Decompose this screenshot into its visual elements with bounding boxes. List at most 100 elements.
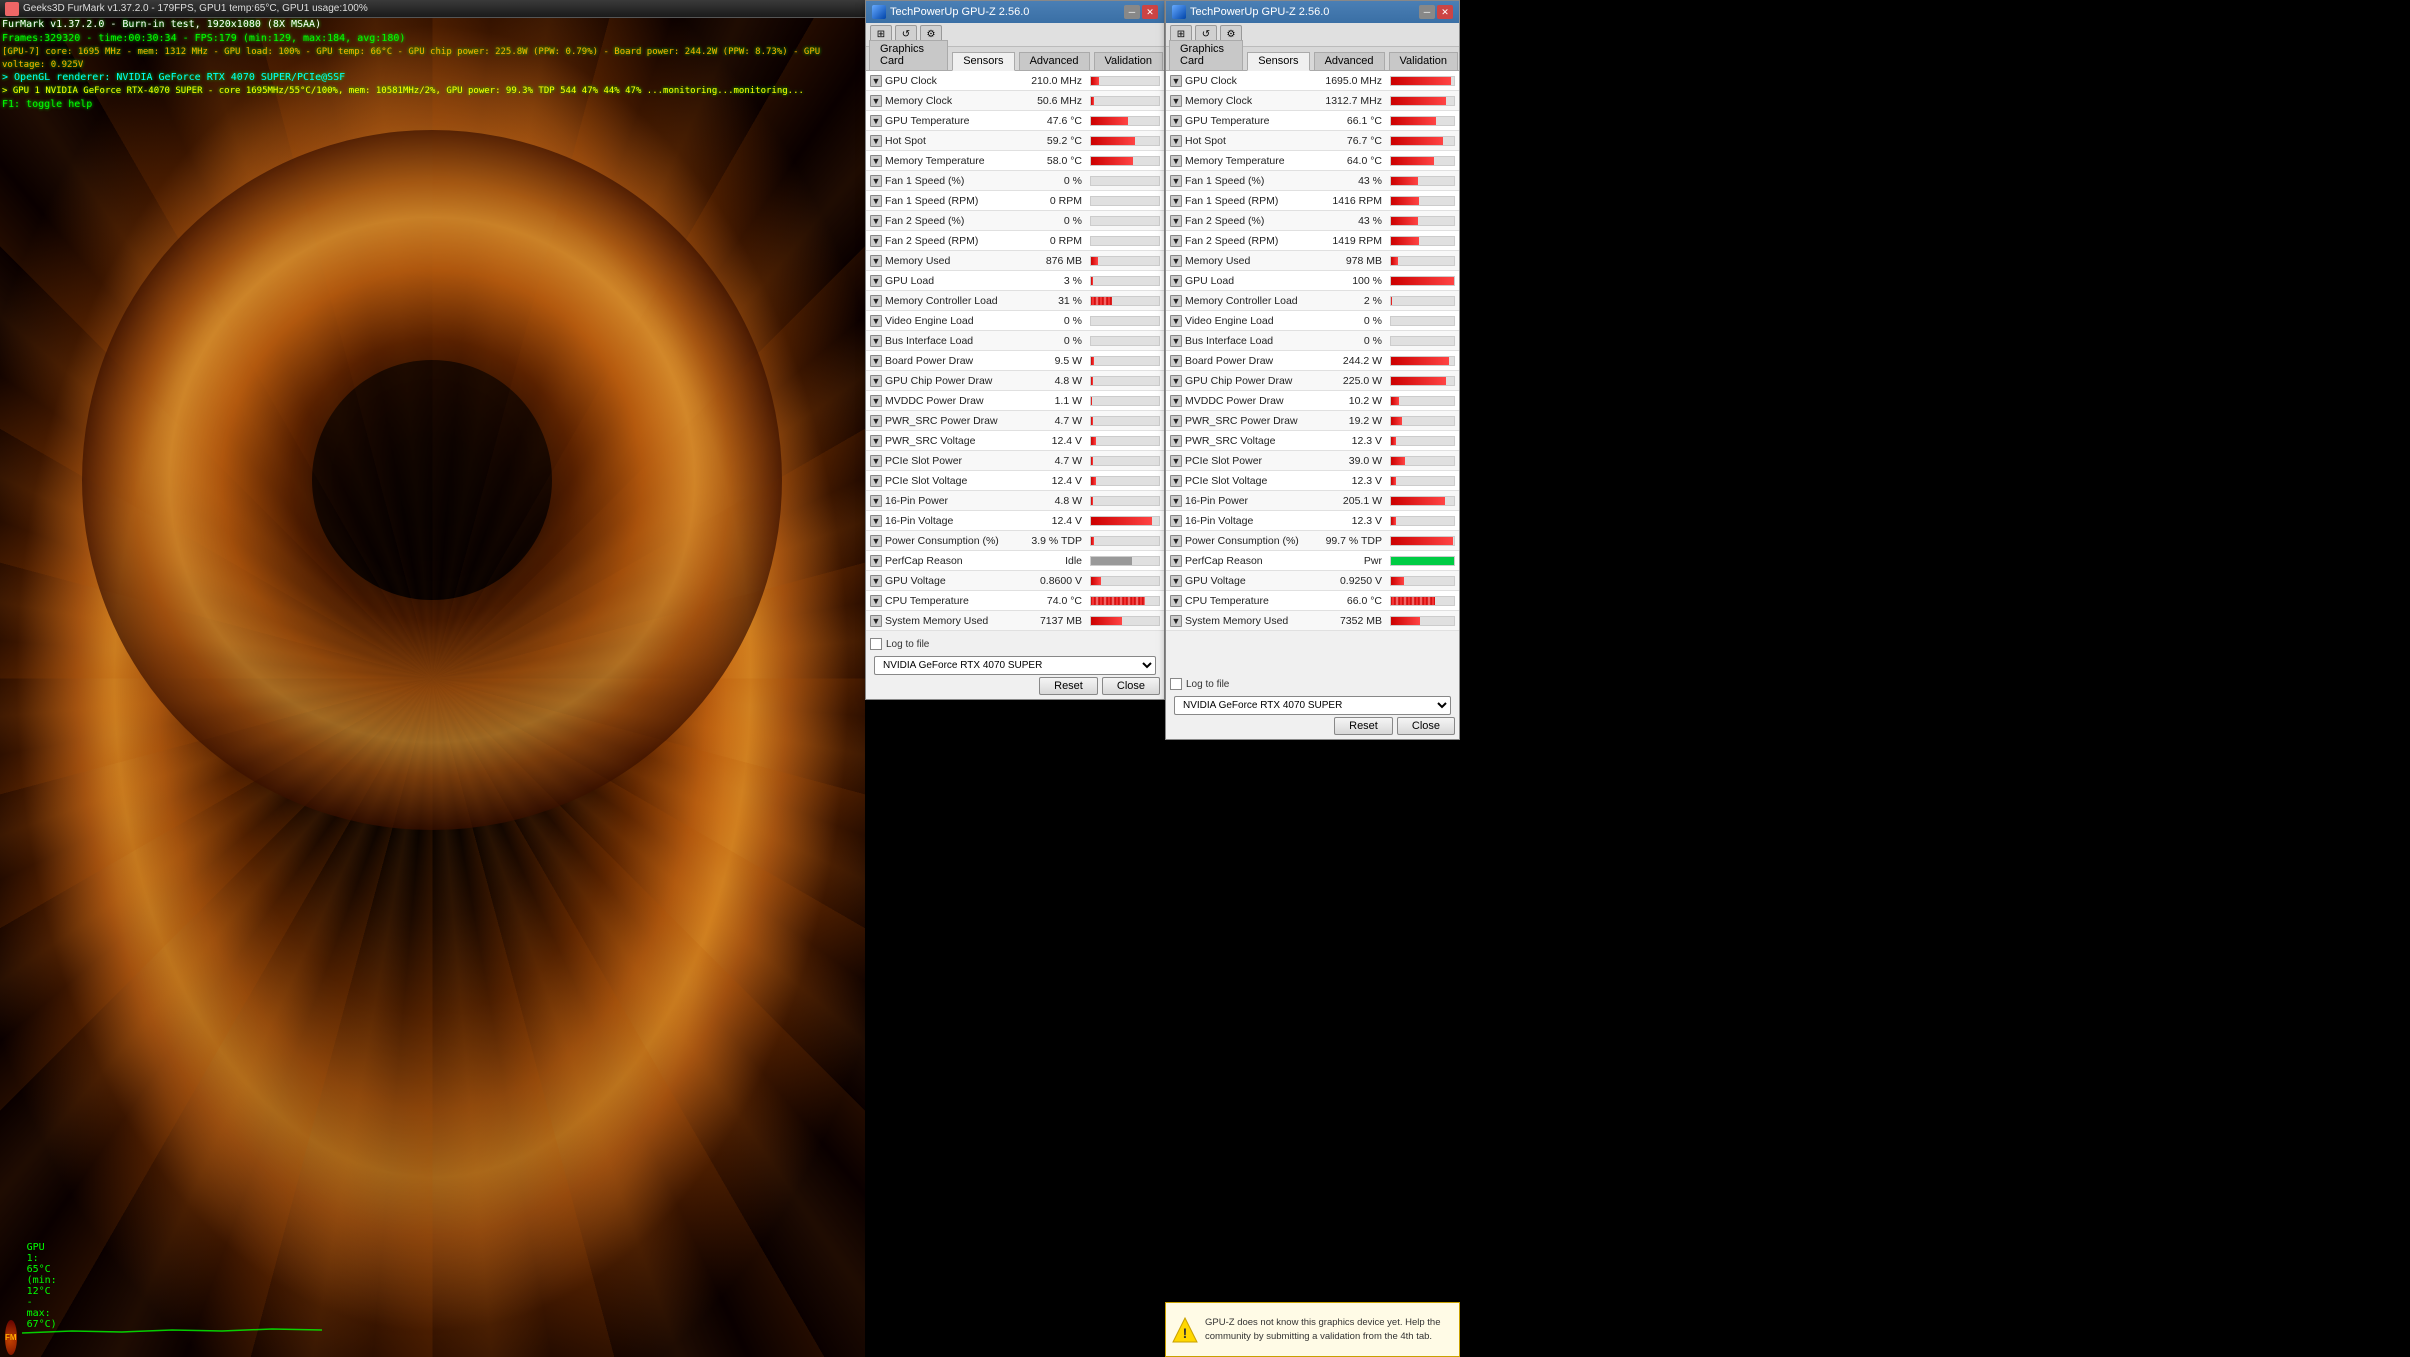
sensor-row: ▼Power Consumption (%)99.7 % TDP [1166, 531, 1459, 551]
sensor-expand-btn[interactable]: ▼ [1170, 395, 1182, 407]
sensor-expand-btn[interactable]: ▼ [870, 95, 882, 107]
tab-graphics-card-right[interactable]: Graphics Card [1169, 40, 1243, 70]
sensor-expand-btn[interactable]: ▼ [870, 115, 882, 127]
gpuz-right-log-checkbox[interactable] [1170, 678, 1182, 690]
sensor-expand-btn[interactable]: ▼ [1170, 355, 1182, 367]
gpuz-left-minimize-btn[interactable]: ─ [1124, 5, 1140, 19]
sensor-expand-btn[interactable]: ▼ [870, 515, 882, 527]
sensor-expand-btn[interactable]: ▼ [870, 335, 882, 347]
gpuz-right-close-btn[interactable]: ✕ [1437, 5, 1453, 19]
gpuz-left-bottom: Log to file NVIDIA GeForce RTX 4070 SUPE… [866, 634, 1164, 699]
sensor-expand-btn[interactable]: ▼ [870, 575, 882, 587]
sensor-expand-btn[interactable]: ▼ [870, 455, 882, 467]
sensor-expand-btn[interactable]: ▼ [1170, 535, 1182, 547]
sensor-expand-btn[interactable]: ▼ [870, 395, 882, 407]
sensor-row: ▼Memory Clock50.6 MHz [866, 91, 1164, 111]
sensor-expand-btn[interactable]: ▼ [1170, 115, 1182, 127]
sensor-name: ▼Board Power Draw [1166, 355, 1318, 367]
sensor-expand-btn[interactable]: ▼ [1170, 215, 1182, 227]
sensor-bar [1086, 74, 1164, 88]
sensor-expand-btn[interactable]: ▼ [1170, 475, 1182, 487]
sensor-bar [1086, 334, 1164, 348]
sensor-expand-btn[interactable]: ▼ [870, 435, 882, 447]
sensor-expand-btn[interactable]: ▼ [870, 295, 882, 307]
sensor-expand-btn[interactable]: ▼ [870, 75, 882, 87]
sensor-expand-btn[interactable]: ▼ [870, 195, 882, 207]
sensor-expand-btn[interactable]: ▼ [870, 595, 882, 607]
sensor-expand-btn[interactable]: ▼ [1170, 615, 1182, 627]
sensor-expand-btn[interactable]: ▼ [1170, 415, 1182, 427]
sensor-row: ▼GPU Load100 % [1166, 271, 1459, 291]
sensor-name: ▼Memory Temperature [1166, 155, 1318, 167]
tab-sensors-right[interactable]: Sensors [1247, 52, 1309, 71]
sensor-expand-btn[interactable]: ▼ [1170, 195, 1182, 207]
sensor-expand-btn[interactable]: ▼ [1170, 515, 1182, 527]
sensor-bar [1386, 594, 1459, 608]
gpuz-left-log-checkbox[interactable] [870, 638, 882, 650]
gpuz-right-reset-btn[interactable]: Reset [1334, 717, 1393, 735]
sensor-bar [1386, 534, 1459, 548]
sensor-expand-btn[interactable]: ▼ [870, 235, 882, 247]
sensor-value: 39.0 W [1318, 455, 1386, 467]
tab-graphics-card-left[interactable]: Graphics Card [869, 40, 948, 70]
gpuz-right-minimize-btn[interactable]: ─ [1419, 5, 1435, 19]
sensor-expand-btn[interactable]: ▼ [870, 475, 882, 487]
sensor-expand-btn[interactable]: ▼ [870, 555, 882, 567]
sensor-expand-btn[interactable]: ▼ [870, 155, 882, 167]
sensor-expand-btn[interactable]: ▼ [870, 215, 882, 227]
sensor-value: 12.3 V [1318, 515, 1386, 527]
sensor-expand-btn[interactable]: ▼ [1170, 235, 1182, 247]
tab-advanced-right[interactable]: Advanced [1314, 52, 1385, 70]
sensor-expand-btn[interactable]: ▼ [1170, 315, 1182, 327]
sensor-expand-btn[interactable]: ▼ [870, 135, 882, 147]
sensor-expand-btn[interactable]: ▼ [870, 175, 882, 187]
gpuz-left-close-btn[interactable]: Close [1102, 677, 1160, 695]
sensor-expand-btn[interactable]: ▼ [1170, 135, 1182, 147]
sensor-expand-btn[interactable]: ▼ [1170, 435, 1182, 447]
sensor-expand-btn[interactable]: ▼ [870, 415, 882, 427]
sensor-expand-btn[interactable]: ▼ [1170, 575, 1182, 587]
tab-sensors-left[interactable]: Sensors [952, 52, 1014, 71]
sensor-expand-btn[interactable]: ▼ [1170, 335, 1182, 347]
sensor-name: ▼System Memory Used [866, 615, 1018, 627]
tab-validation-right[interactable]: Validation [1389, 52, 1459, 70]
sensor-expand-btn[interactable]: ▼ [1170, 295, 1182, 307]
sensor-expand-btn[interactable]: ▼ [870, 615, 882, 627]
gpuz-left-close-btn[interactable]: ✕ [1142, 5, 1158, 19]
sensor-expand-btn[interactable]: ▼ [1170, 495, 1182, 507]
sensor-expand-btn[interactable]: ▼ [870, 535, 882, 547]
gpuz-right-gpu-dropdown[interactable]: NVIDIA GeForce RTX 4070 SUPER [1174, 696, 1451, 715]
sensor-expand-btn[interactable]: ▼ [870, 495, 882, 507]
gpuz-right-close-btn[interactable]: Close [1397, 717, 1455, 735]
sensor-expand-btn[interactable]: ▼ [1170, 255, 1182, 267]
sensor-expand-btn[interactable]: ▼ [870, 375, 882, 387]
sensor-expand-btn[interactable]: ▼ [1170, 155, 1182, 167]
tab-validation-left[interactable]: Validation [1094, 52, 1164, 70]
sensor-expand-btn[interactable]: ▼ [870, 275, 882, 287]
gpuz-left-sensor-scroll[interactable]: ▼GPU Clock210.0 MHz▼Memory Clock50.6 MHz… [866, 71, 1164, 654]
sensor-name: ▼Video Engine Load [866, 315, 1018, 327]
gpuz-left-btn-row: Reset Close [870, 677, 1160, 695]
sensor-expand-btn[interactable]: ▼ [1170, 555, 1182, 567]
sensor-row: ▼Bus Interface Load0 % [866, 331, 1164, 351]
sensor-bar [1086, 474, 1164, 488]
sensor-expand-btn[interactable]: ▼ [1170, 375, 1182, 387]
gpuz-left-reset-btn[interactable]: Reset [1039, 677, 1098, 695]
sensor-value: 43 % [1318, 215, 1386, 227]
sensor-expand-btn[interactable]: ▼ [870, 315, 882, 327]
gpuz-left-gpu-dropdown[interactable]: NVIDIA GeForce RTX 4070 SUPER [874, 656, 1156, 675]
gpuz-right-sensor-scroll[interactable]: ▼GPU Clock1695.0 MHz▼Memory Clock1312.7 … [1166, 71, 1459, 694]
furmark-title-text: Geeks3D FurMark v1.37.2.0 - 179FPS, GPU1… [23, 3, 368, 14]
sensor-row: ▼16-Pin Power4.8 W [866, 491, 1164, 511]
sensor-expand-btn[interactable]: ▼ [1170, 175, 1182, 187]
sensor-name: ▼PCIe Slot Voltage [866, 475, 1018, 487]
sensor-expand-btn[interactable]: ▼ [870, 355, 882, 367]
sensor-value: 0.9250 V [1318, 575, 1386, 587]
sensor-expand-btn[interactable]: ▼ [1170, 595, 1182, 607]
sensor-expand-btn[interactable]: ▼ [1170, 275, 1182, 287]
sensor-expand-btn[interactable]: ▼ [1170, 95, 1182, 107]
sensor-expand-btn[interactable]: ▼ [1170, 75, 1182, 87]
tab-advanced-left[interactable]: Advanced [1019, 52, 1090, 70]
sensor-expand-btn[interactable]: ▼ [1170, 455, 1182, 467]
sensor-expand-btn[interactable]: ▼ [870, 255, 882, 267]
